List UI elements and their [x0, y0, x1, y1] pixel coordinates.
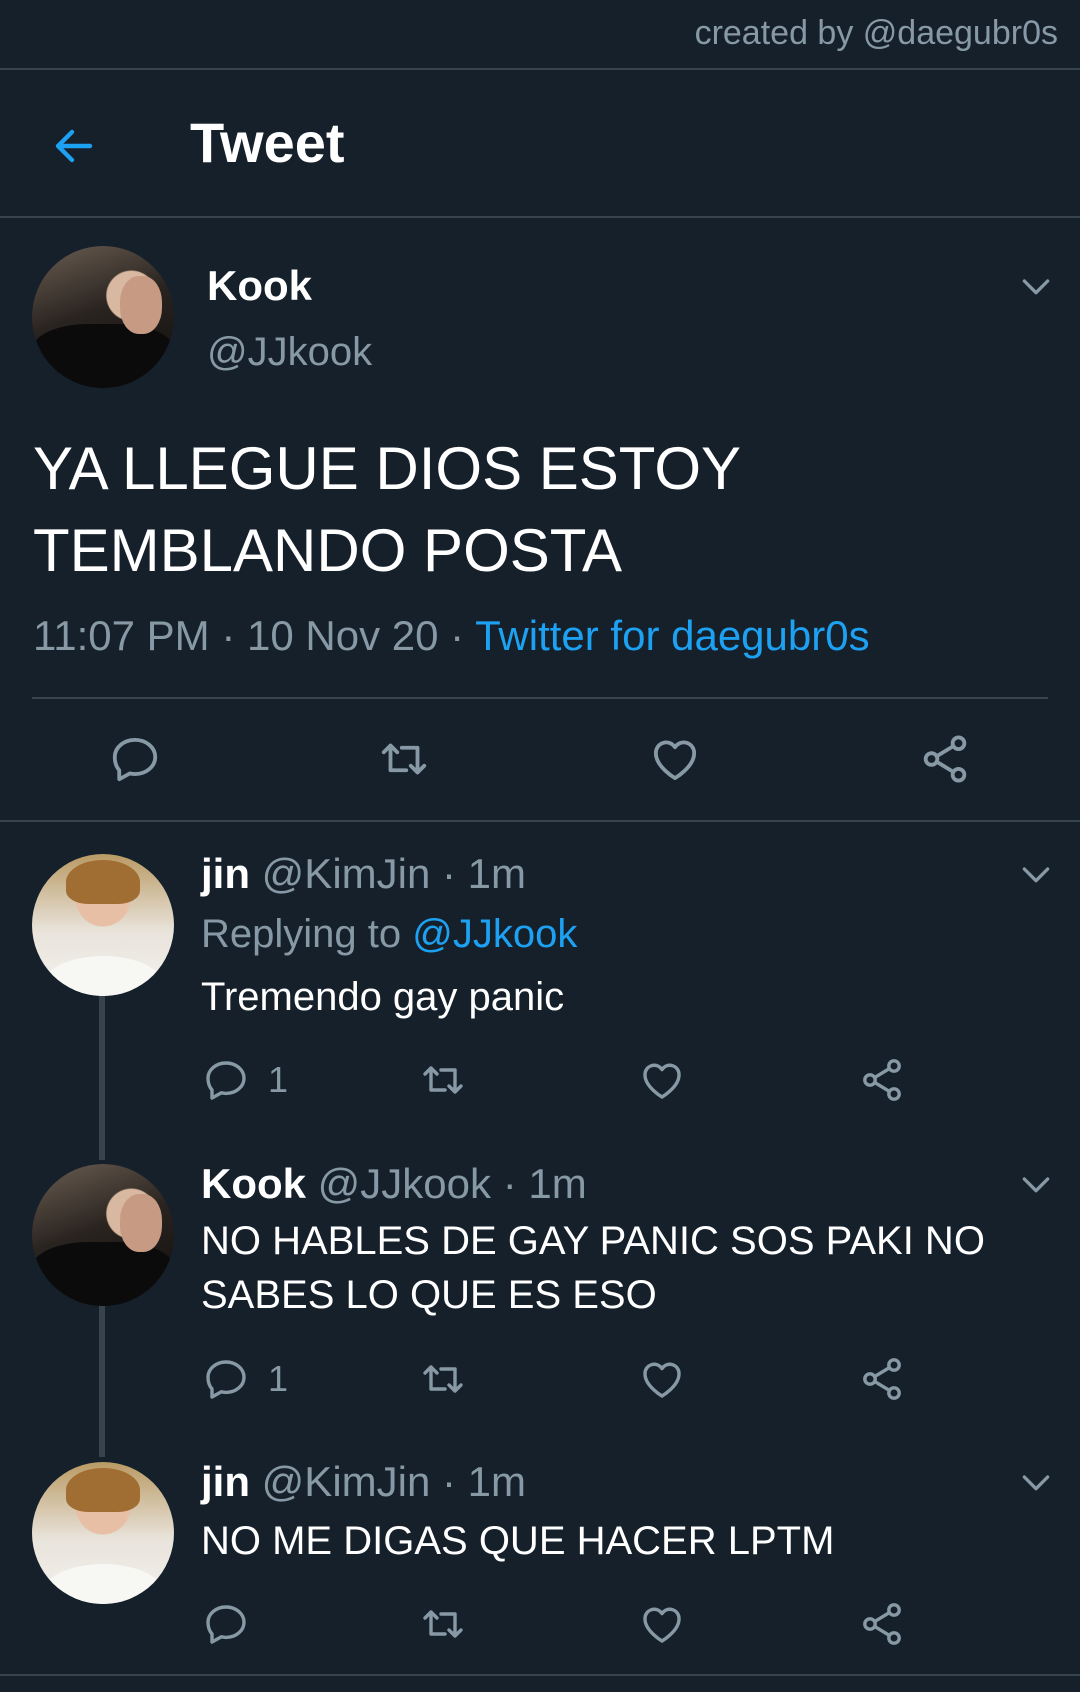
share-icon	[858, 1600, 906, 1648]
tweet-detail-page: created by @daegubr0s Tweet Kook @JJkook…	[0, 0, 1080, 1692]
chevron-down-icon[interactable]	[1016, 1462, 1056, 1502]
retweet-button[interactable]	[416, 1056, 470, 1104]
reply-count: 1	[268, 1358, 289, 1399]
reply-button[interactable]	[108, 732, 162, 786]
avatar[interactable]	[32, 246, 174, 388]
author-handle[interactable]: @KimJin	[262, 1458, 431, 1505]
retweet-icon	[374, 732, 434, 786]
author-handle[interactable]: @JJkook	[318, 1160, 491, 1207]
replying-to-link[interactable]: @JJkook	[412, 912, 577, 956]
retweet-icon	[416, 1056, 470, 1104]
reply-button[interactable]: 1	[202, 1355, 288, 1403]
divider	[0, 68, 1080, 70]
retweet-button[interactable]	[374, 732, 434, 786]
share-button[interactable]	[858, 1600, 906, 1648]
divider	[0, 820, 1080, 822]
replying-to: Replying to @JJkook	[201, 912, 577, 957]
creator-credit: created by @daegubr0s	[694, 14, 1058, 52]
reply-button[interactable]	[202, 1600, 268, 1648]
like-button[interactable]	[638, 1600, 686, 1648]
reply-button[interactable]: 1	[202, 1056, 288, 1104]
separator: ·	[502, 1160, 517, 1207]
reply-age: 1m	[467, 1458, 527, 1505]
like-icon	[648, 732, 702, 786]
divider	[32, 697, 1048, 699]
reply-text: NO ME DIGAS QUE HACER LPTM	[201, 1519, 835, 1563]
retweet-icon	[416, 1355, 470, 1403]
divider	[0, 216, 1080, 218]
author-handle[interactable]: @KimJin	[262, 850, 431, 897]
thread-line	[99, 1305, 105, 1457]
back-arrow-icon	[55, 129, 93, 163]
tweet-time: 11:07 PM	[33, 612, 210, 659]
tweet-date: 10 Nov 20	[247, 612, 439, 659]
chevron-down-icon[interactable]	[1016, 1164, 1056, 1204]
reply-text: NO HABLES DE GAY PANIC SOS PAKI NO SABES…	[201, 1219, 985, 1317]
like-icon	[638, 1355, 686, 1403]
author-handle[interactable]: @JJkook	[207, 330, 372, 375]
like-icon	[638, 1600, 686, 1648]
author-name[interactable]: Kook	[201, 1160, 306, 1207]
separator: ·	[450, 612, 465, 659]
reply-header: jin @KimJin · 1m	[201, 850, 526, 898]
reply-count: 1	[268, 1059, 289, 1100]
retweet-icon	[416, 1600, 470, 1648]
separator: ·	[221, 612, 236, 659]
reply-icon	[108, 732, 162, 786]
reply-icon	[202, 1056, 250, 1104]
page-title: Tweet	[190, 111, 345, 174]
share-button[interactable]	[858, 1355, 906, 1403]
avatar[interactable]	[32, 1164, 174, 1306]
like-button[interactable]	[638, 1355, 686, 1403]
author-name[interactable]: jin	[201, 850, 250, 897]
like-icon	[638, 1056, 686, 1104]
share-icon	[858, 1355, 906, 1403]
chevron-down-icon[interactable]	[1016, 266, 1056, 306]
author-name[interactable]: Kook	[207, 262, 312, 310]
divider	[0, 1674, 1080, 1676]
share-icon	[858, 1056, 906, 1104]
tweet-source-link[interactable]: Twitter for daegubr0s	[475, 612, 870, 659]
like-button[interactable]	[648, 732, 702, 786]
replying-label: Replying to	[201, 912, 402, 956]
reply-age: 1m	[528, 1160, 587, 1207]
share-button[interactable]	[918, 732, 972, 786]
reply-icon	[202, 1600, 250, 1648]
tweet-meta: 11:07 PM · 10 Nov 20 · Twitter for daegu…	[33, 612, 870, 660]
chevron-down-icon[interactable]	[1016, 854, 1056, 894]
share-icon	[918, 732, 972, 786]
reply-header: Kook @JJkook · 1m	[201, 1160, 587, 1208]
separator: ·	[442, 1458, 456, 1505]
retweet-button[interactable]	[416, 1600, 470, 1648]
like-button[interactable]	[638, 1056, 686, 1104]
retweet-button[interactable]	[416, 1355, 470, 1403]
reply-icon	[202, 1355, 250, 1403]
reply-text: Tremendo gay panic	[201, 975, 565, 1019]
author-name[interactable]: jin	[201, 1458, 250, 1505]
back-button[interactable]	[44, 116, 104, 176]
tweet-actions	[0, 724, 1080, 794]
separator: ·	[442, 850, 456, 897]
tweet-text: YA LLEGUE DIOS ESTOY TEMBLANDO POSTA	[33, 435, 740, 584]
share-button[interactable]	[858, 1056, 906, 1104]
reply-age: 1m	[467, 850, 527, 897]
thread-line	[99, 992, 105, 1160]
avatar[interactable]	[32, 1462, 174, 1604]
reply-header: jin @KimJin · 1m	[201, 1458, 526, 1506]
avatar[interactable]	[32, 854, 174, 996]
